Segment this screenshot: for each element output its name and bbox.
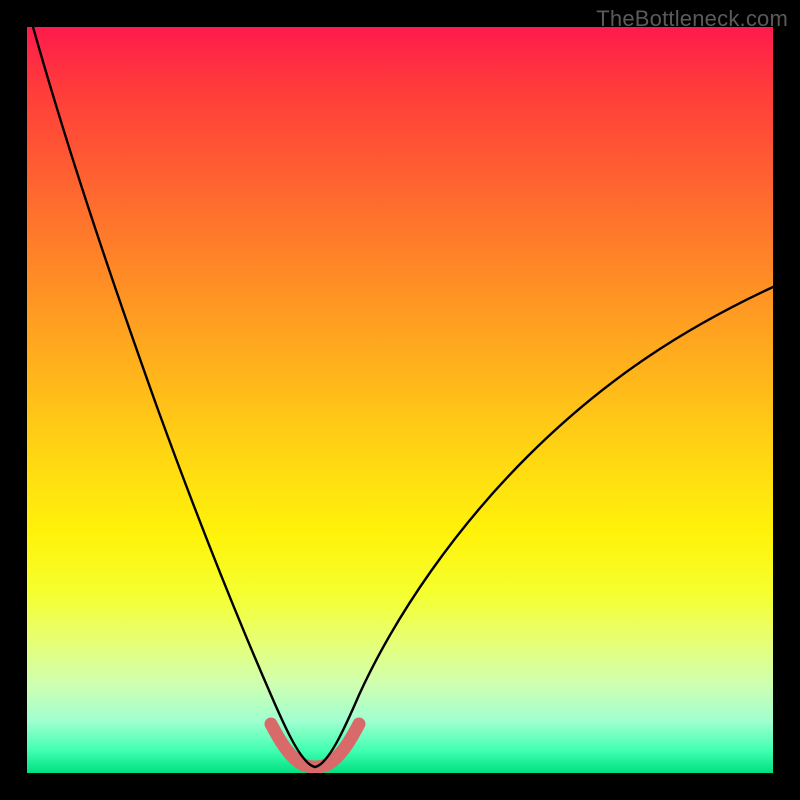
chart-curves-svg: [27, 27, 773, 773]
bottleneck-curve-left: [33, 27, 315, 767]
optimal-region-highlight: [271, 724, 359, 767]
chart-plot-area: [27, 27, 773, 773]
bottleneck-curve-right: [315, 287, 773, 767]
watermark-text: TheBottleneck.com: [596, 6, 788, 32]
